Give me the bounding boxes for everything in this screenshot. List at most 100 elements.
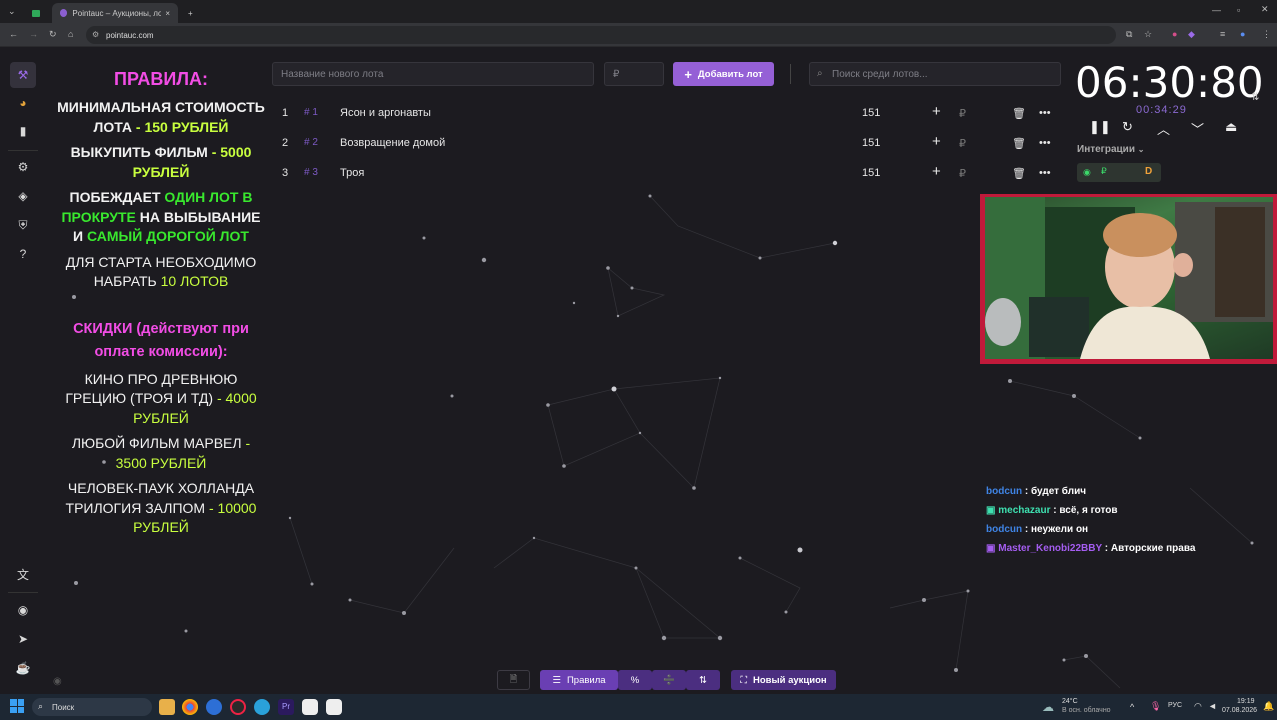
forward-icon[interactable]: → <box>29 29 38 39</box>
lot-row[interactable]: 2 # 2 Возвращение домой 151 + ₽ 🗑 ••• <box>272 128 1062 158</box>
auction-hammer-icon[interactable]: ⚒ <box>10 62 36 88</box>
app-icon-2[interactable] <box>302 699 318 715</box>
home-icon[interactable]: ⌂ <box>68 29 73 39</box>
pause-icon[interactable]: ❚❚ <box>1089 119 1111 135</box>
chrome-icon[interactable] <box>182 699 198 715</box>
close-tab-icon[interactable]: × <box>165 9 170 18</box>
amount-placeholder: ₽ <box>613 68 620 80</box>
integrations-toggle[interactable]: Интеграции ⌄ <box>1077 144 1144 155</box>
translate-icon[interactable]: ⧉ <box>1126 29 1132 40</box>
lot-name[interactable]: Возвращение домой <box>340 137 445 149</box>
github-icon[interactable]: ◉ <box>10 597 36 623</box>
app-icon[interactable] <box>206 699 222 715</box>
tray-chevron-icon[interactable]: ^ <box>1130 702 1134 712</box>
lot-amount[interactable]: 151 <box>862 107 880 119</box>
help-icon[interactable]: ? <box>10 241 36 267</box>
language-icon[interactable]: 文 <box>10 561 36 587</box>
premiere-icon[interactable]: Pr <box>278 699 294 715</box>
minimize-icon[interactable]: — <box>1212 5 1221 15</box>
rules-button[interactable]: ☰ Правила <box>540 670 618 690</box>
volume-icon[interactable]: ◄ <box>1208 701 1217 711</box>
more-menu-icon[interactable]: ••• <box>1039 107 1051 119</box>
extension-icon-2[interactable]: ◆ <box>1188 29 1195 40</box>
pinned-tab[interactable] <box>24 3 48 23</box>
back-icon[interactable]: ← <box>9 29 18 39</box>
split-icon-button[interactable]: ➗ <box>652 670 686 690</box>
lot-name[interactable]: Троя <box>340 167 364 179</box>
site-info-icon[interactable]: ⚙ <box>92 30 99 39</box>
wheel-icon[interactable]: ◕ <box>10 90 36 116</box>
url-text: pointauc.com <box>106 30 154 40</box>
telegram-icon[interactable] <box>254 699 270 715</box>
settings-gear-icon[interactable]: ⚙ <box>10 154 36 180</box>
maximize-icon[interactable]: ▫ <box>1237 5 1240 15</box>
windows-start-icon[interactable] <box>10 699 24 713</box>
new-auction-button[interactable]: ⛶ Новый аукцион <box>731 670 836 690</box>
layers-icon[interactable]: ◈ <box>10 183 36 209</box>
taskbar-search[interactable]: ⌕ Поиск <box>32 698 152 716</box>
lot-row[interactable]: 1 # 1 Ясон и аргонавты 151 + ₽ 🗑 ••• <box>272 98 1062 128</box>
timer-swap-icon[interactable]: ⇅ <box>1251 92 1259 103</box>
chat-username[interactable]: mechazaur <box>998 505 1050 516</box>
ruble-icon[interactable]: ₽ <box>959 137 966 150</box>
extension-icon[interactable]: ● <box>1172 29 1177 39</box>
tab-list-icon[interactable]: ⌄ <box>8 6 16 17</box>
close-window-icon[interactable]: ✕ <box>1261 4 1269 15</box>
browser-menu-icon[interactable]: ⋮ <box>1262 29 1271 40</box>
lot-search-input[interactable]: ⌕ Поиск среди лотов... <box>809 62 1061 86</box>
file-explorer-icon[interactable] <box>159 699 175 715</box>
wifi-icon[interactable]: ◠ <box>1194 701 1202 712</box>
lot-row[interactable]: 3 # 3 Троя 151 + ₽ 🗑 ••• <box>272 158 1062 188</box>
profile-avatar-icon[interactable]: ● <box>1240 29 1245 39</box>
restart-icon[interactable]: ↻ <box>1122 119 1133 135</box>
notification-icon[interactable]: 🔔 <box>1263 701 1274 712</box>
language-indicator[interactable]: РУС <box>1168 702 1182 709</box>
integration-pointauc-icon[interactable]: ₽ <box>1101 166 1107 177</box>
delete-icon[interactable]: 🗑 <box>1012 107 1026 120</box>
tab-pointauc[interactable]: Pointauc – Аукционы, лотере × <box>52 3 178 23</box>
ruble-icon[interactable]: ₽ <box>959 167 966 180</box>
chat-username[interactable]: Master_Kenobi22BBY <box>998 543 1102 554</box>
timer-top-icon[interactable]: ⏏ <box>1225 119 1237 135</box>
app-icon-3[interactable] <box>326 699 342 715</box>
obs-icon[interactable] <box>230 699 246 715</box>
more-menu-icon[interactable]: ••• <box>1039 137 1051 149</box>
rule-buyout-label: ВЫКУПИТЬ ФИЛЬМ <box>70 144 208 160</box>
telegram-icon[interactable]: ➤ <box>10 626 36 652</box>
add-lot-button[interactable]: + Добавить лот <box>673 62 774 86</box>
stats-icon[interactable]: ▮ <box>10 118 36 144</box>
integration-donatepay-icon[interactable]: D <box>1145 166 1152 177</box>
lot-amount[interactable]: 151 <box>862 167 880 179</box>
percent-button[interactable]: % <box>618 670 652 690</box>
mic-icon[interactable]: 🎙 <box>1150 701 1161 712</box>
weather-icon[interactable]: ☁ <box>1042 700 1054 714</box>
delete-icon[interactable]: 🗑 <box>1012 167 1026 180</box>
reload-icon[interactable]: ↻ <box>49 29 57 40</box>
ruble-icon[interactable]: ₽ <box>959 107 966 120</box>
chat-username[interactable]: bodcun <box>986 486 1022 497</box>
lot-amount-input[interactable]: ₽ <box>604 62 664 86</box>
save-icon-button[interactable]: 🗎 <box>497 670 530 690</box>
url-field[interactable]: ⚙ pointauc.com <box>86 26 1116 44</box>
lot-amount[interactable]: 151 <box>862 137 880 149</box>
more-menu-icon[interactable]: ••• <box>1039 167 1051 179</box>
eye-icon[interactable]: ◉ <box>53 676 62 687</box>
sort-icon-button[interactable]: ⇅ <box>686 670 720 690</box>
delete-icon[interactable]: 🗑 <box>1012 137 1026 150</box>
tab-search-icon[interactable]: ≡ <box>1220 29 1225 39</box>
toolbar-divider <box>790 64 791 84</box>
timer-up-icon[interactable]: ︿ <box>1157 119 1170 138</box>
new-lot-name-input[interactable]: Название нового лота <box>272 62 594 86</box>
add-amount-icon[interactable]: + <box>932 133 941 150</box>
bookmark-star-icon[interactable]: ☆ <box>1144 29 1152 40</box>
shield-icon[interactable]: ⛨ <box>10 212 36 238</box>
new-tab-button[interactable]: + <box>180 3 201 23</box>
add-amount-icon[interactable]: + <box>932 163 941 180</box>
lot-name[interactable]: Ясон и аргонавты <box>340 107 431 119</box>
add-amount-icon[interactable]: + <box>932 103 941 120</box>
auction-timer: 06:30:80 <box>1075 58 1264 107</box>
donate-icon[interactable]: ☕ <box>10 655 36 681</box>
integration-status-icon[interactable]: ◉ <box>1083 167 1091 178</box>
chat-username[interactable]: bodcun <box>986 524 1022 535</box>
timer-down-icon[interactable]: ﹀ <box>1191 119 1204 138</box>
